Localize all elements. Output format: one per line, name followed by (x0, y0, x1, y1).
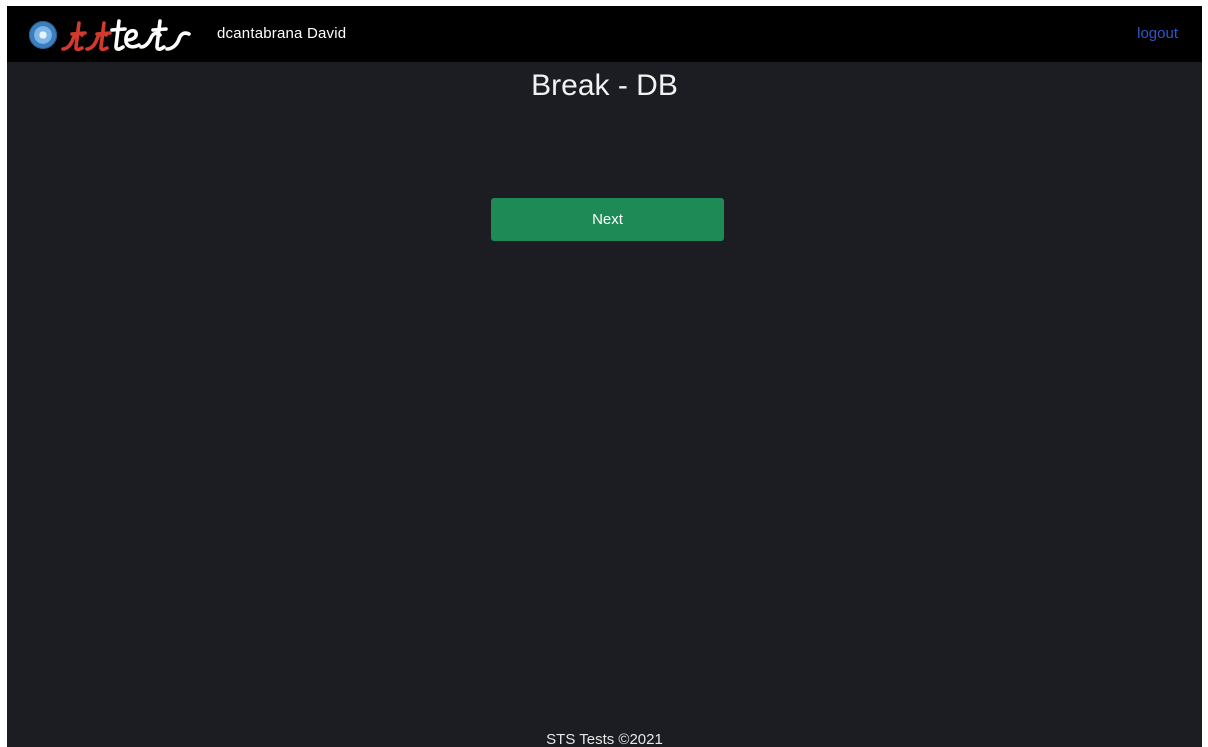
app-frame: dcantabrana David logout Break - DB Next… (7, 6, 1202, 747)
logout-link[interactable]: logout (1137, 6, 1178, 62)
ststests-wordmark-logo (61, 19, 191, 52)
sts-disc-logo-icon (29, 21, 57, 49)
navbar: dcantabrana David logout (7, 6, 1202, 62)
footer-copyright: STS Tests ©2021 (546, 731, 663, 747)
next-button[interactable]: Next (491, 198, 724, 241)
brand-logo[interactable] (29, 14, 211, 56)
username-label: dcantabrana David (217, 25, 347, 42)
page-title: Break - DB (531, 69, 678, 102)
